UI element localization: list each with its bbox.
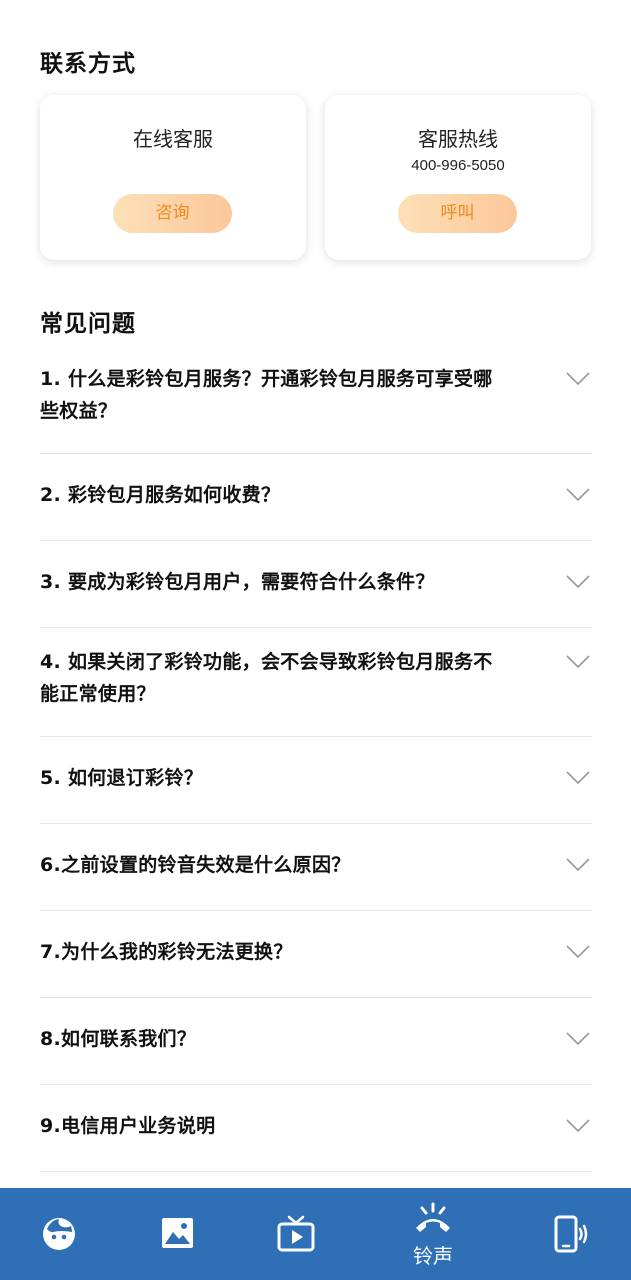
chevron-down-icon bbox=[566, 655, 590, 669]
faq-item-9[interactable]: 9.电信用户业务说明 bbox=[40, 1085, 592, 1172]
chevron-down-icon bbox=[566, 1032, 590, 1046]
faq-item-5[interactable]: 5. 如何退订彩铃？ bbox=[40, 737, 592, 824]
chevron-down-icon bbox=[566, 372, 590, 386]
tv-play-icon bbox=[277, 1215, 315, 1252]
chevron-down-icon bbox=[566, 1119, 590, 1133]
faq-question: 2. 彩铃包月服务如何收费？ bbox=[40, 484, 281, 506]
faq-item-4[interactable]: 4. 如果关闭了彩铃功能，会不会导致彩铃包月服务不能正常使用？ bbox=[40, 628, 592, 737]
faq-question: 9.电信用户业务说明 bbox=[40, 1115, 216, 1137]
nav-label-ringtone: 铃声 bbox=[413, 1244, 453, 1268]
faq-item-1[interactable]: 1. 什么是彩铃包月服务？开通彩铃包月服务可享受哪些权益？ bbox=[40, 345, 592, 454]
faq-question: 3. 要成为彩铃包月用户，需要符合什么条件？ bbox=[40, 571, 435, 593]
bottom-navigation: 铃声 bbox=[0, 1188, 631, 1280]
ringing-phone-icon bbox=[416, 1202, 450, 1232]
hotline-title: 客服热线 bbox=[418, 127, 498, 151]
chevron-down-icon bbox=[566, 858, 590, 872]
nav-item-ringtone[interactable]: 铃声 bbox=[383, 1188, 483, 1280]
faq-question: 5. 如何退订彩铃？ bbox=[40, 767, 204, 789]
faq-item-8[interactable]: 8.如何联系我们？ bbox=[40, 998, 592, 1085]
online-service-title: 在线客服 bbox=[133, 127, 213, 151]
online-service-card: 在线客服 咨询 bbox=[40, 95, 306, 260]
faq-question: 1. 什么是彩铃包月服务？开通彩铃包月服务可享受哪些权益？ bbox=[40, 368, 493, 422]
call-button[interactable]: 呼叫 bbox=[398, 194, 517, 233]
contact-section-title: 联系方式 bbox=[40, 51, 136, 77]
faq-question: 4. 如果关闭了彩铃功能，会不会导致彩铃包月服务不能正常使用？ bbox=[40, 651, 493, 705]
consult-button[interactable]: 咨询 bbox=[113, 194, 232, 233]
chevron-down-icon bbox=[566, 575, 590, 589]
faq-item-6[interactable]: 6.之前设置的铃音失效是什么原因？ bbox=[40, 824, 592, 911]
face-icon bbox=[43, 1218, 75, 1250]
hotline-card: 客服热线 400-996-5050 呼叫 bbox=[325, 95, 591, 260]
faq-item-3[interactable]: 3. 要成为彩铃包月用户，需要符合什么条件？ bbox=[40, 541, 592, 628]
faq-item-7[interactable]: 7.为什么我的彩铃无法更换？ bbox=[40, 911, 592, 998]
mobile-vibrate-icon bbox=[554, 1215, 588, 1253]
faq-question: 6.之前设置的铃音失效是什么原因？ bbox=[40, 854, 351, 876]
faq-question: 7.为什么我的彩铃无法更换？ bbox=[40, 941, 293, 963]
faq-item-2[interactable]: 2. 彩铃包月服务如何收费？ bbox=[40, 454, 592, 541]
nav-item-images[interactable] bbox=[127, 1188, 227, 1280]
hotline-number: 400-996-5050 bbox=[411, 157, 505, 174]
chevron-down-icon bbox=[566, 945, 590, 959]
faq-list: 1. 什么是彩铃包月服务？开通彩铃包月服务可享受哪些权益？ 2. 彩铃包月服务如… bbox=[40, 345, 592, 1172]
nav-item-face[interactable] bbox=[9, 1188, 109, 1280]
nav-item-mobile[interactable] bbox=[521, 1188, 621, 1280]
image-icon bbox=[162, 1218, 193, 1248]
faq-section-title: 常见问题 bbox=[40, 311, 136, 337]
chevron-down-icon bbox=[566, 488, 590, 502]
nav-item-video[interactable] bbox=[245, 1188, 345, 1280]
faq-question: 8.如何联系我们？ bbox=[40, 1028, 197, 1050]
chevron-down-icon bbox=[566, 771, 590, 785]
